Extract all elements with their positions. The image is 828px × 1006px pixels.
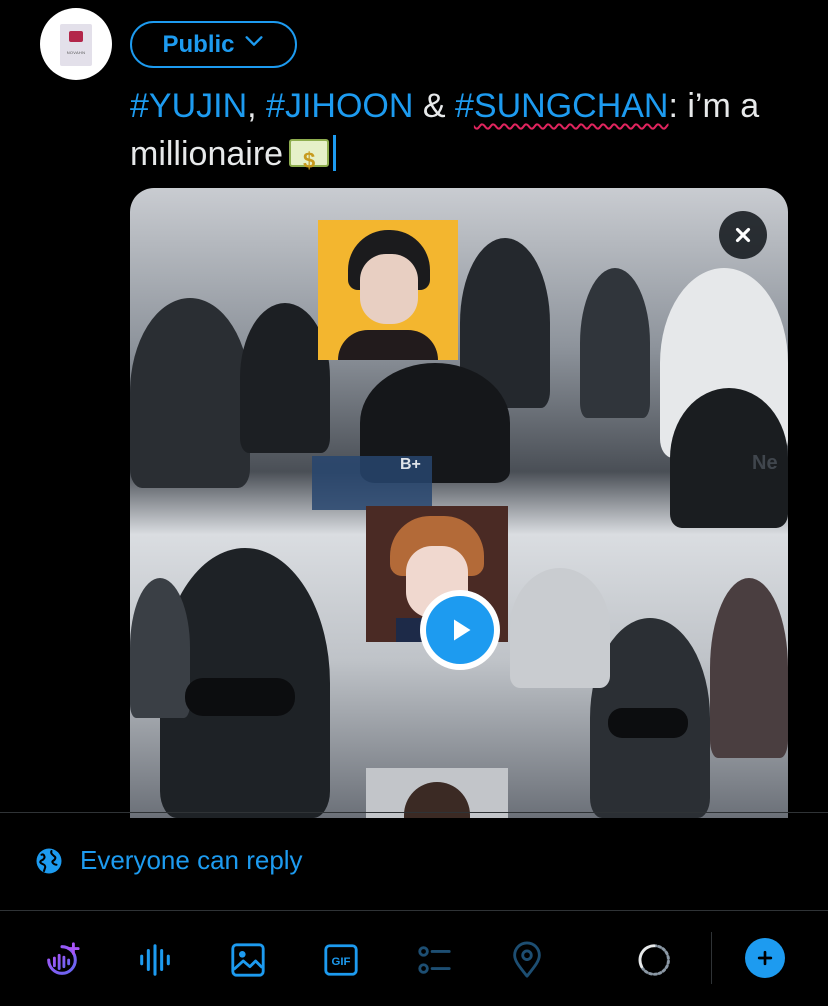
divider (0, 812, 828, 813)
image-button[interactable] (226, 938, 270, 982)
hashtag-prefix: # (454, 87, 474, 125)
reply-settings-button[interactable]: Everyone can reply (34, 845, 303, 876)
voice-icon (140, 944, 170, 976)
hashtag[interactable]: #YUJIN (130, 87, 247, 125)
plus-icon (757, 950, 773, 966)
crowd-figure (710, 578, 788, 758)
crowd-figure (580, 268, 650, 418)
audience-label: Public (162, 30, 235, 58)
hashtag[interactable]: #SUNGCHAN (455, 87, 669, 125)
video-attachment[interactable]: B+ Ne (130, 188, 788, 818)
chevron-down-icon (243, 30, 265, 59)
crowd-figure (130, 578, 190, 718)
avatar-caption: NOVAHN (66, 50, 86, 55)
location-icon (513, 941, 541, 978)
avatar[interactable]: NOVAHN (40, 8, 112, 80)
spaces-icon (47, 942, 80, 975)
poll-button[interactable] (412, 938, 456, 982)
face-mask (185, 678, 295, 716)
divider (0, 910, 828, 911)
sign-text: Ne (752, 452, 778, 474)
photo-tile (366, 768, 508, 818)
spaces-button[interactable] (40, 938, 84, 982)
play-button[interactable] (420, 590, 500, 670)
text-cursor (333, 135, 337, 171)
compose-separator: , (247, 87, 267, 125)
compose-toolbar: GIF (0, 930, 828, 990)
character-counter (632, 938, 676, 982)
reply-settings-label: Everyone can reply (80, 845, 303, 875)
gif-button[interactable]: GIF (319, 938, 363, 982)
gif-label: GIF (332, 956, 351, 968)
compose-text[interactable]: #YUJIN, #JIHOON & #SUNGCHAN: i’m a milli… (130, 82, 810, 185)
add-thread-button[interactable] (745, 938, 785, 978)
progress-ring-icon (638, 944, 670, 976)
photo-tile (318, 220, 458, 360)
misspelled-word: SUNGCHAN (473, 87, 669, 125)
audience-selector[interactable]: Public (130, 21, 297, 68)
globe-icon (36, 848, 62, 873)
location-button[interactable] (505, 938, 549, 982)
face-mask (608, 708, 688, 738)
remove-media-button[interactable] (719, 211, 767, 259)
play-icon (454, 619, 471, 641)
image-icon (231, 943, 265, 977)
crowd-figure (130, 298, 250, 488)
close-icon (735, 227, 751, 243)
voice-button[interactable] (133, 938, 177, 982)
avatar-logo (69, 31, 83, 42)
crowd-figure (240, 303, 330, 453)
gif-icon: GIF (324, 944, 358, 976)
avatar-image: NOVAHN (60, 24, 92, 66)
money-emoji-icon (289, 137, 330, 185)
hashtag[interactable]: #JIHOON (266, 87, 413, 125)
toolbar-separator (711, 932, 712, 984)
crowd-figure (510, 568, 610, 688)
poll-icon (418, 946, 451, 974)
compose-separator: & (413, 87, 455, 125)
sign-board-text: B+ (400, 456, 421, 473)
